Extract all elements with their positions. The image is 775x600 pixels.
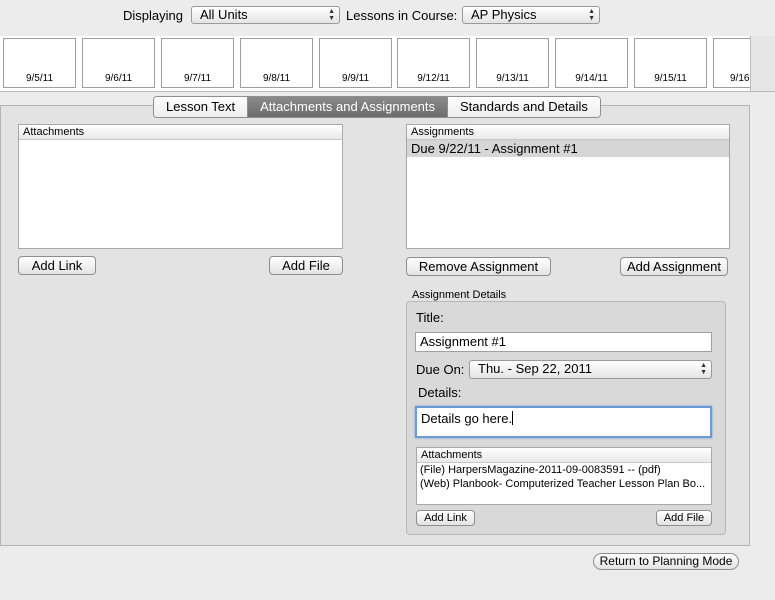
assignment-attachments-header: Attachments <box>417 448 711 463</box>
assignment-add-link-button[interactable]: Add Link <box>416 510 475 526</box>
date-label: 9/9/11 <box>341 73 370 84</box>
assignments-list[interactable]: Assignments Due 9/22/11 - Assignment #1 <box>406 124 730 249</box>
date-cell[interactable]: 9/13/11 <box>476 38 549 88</box>
date-cell[interactable]: 9/7/11 <box>161 38 234 88</box>
due-date-select[interactable]: Thu. - Sep 22, 2011 ▲ ▼ <box>469 360 712 379</box>
title-label: Title: <box>416 310 444 325</box>
course-label: Lessons in Course: <box>346 8 458 23</box>
tab-lesson-text[interactable]: Lesson Text <box>154 97 249 117</box>
details-text: Details go here. <box>421 411 513 426</box>
date-label: 9/15/11 <box>654 73 687 84</box>
date-cell[interactable]: 9/5/11 <box>3 38 76 88</box>
date-label: 9/13/11 <box>496 73 529 84</box>
select-arrows-icon: ▲ ▼ <box>328 8 335 22</box>
select-arrows-icon: ▲ ▼ <box>700 362 707 376</box>
tab-standards-and-details[interactable]: Standards and Details <box>448 97 600 117</box>
course-select[interactable]: AP Physics ▲ ▼ <box>462 6 600 24</box>
attachments-list[interactable]: Attachments <box>18 124 343 249</box>
displaying-label: Displaying <box>123 8 183 23</box>
assignment-attachments-list[interactable]: Attachments (File) HarpersMagazine-2011-… <box>416 447 712 505</box>
date-cell[interactable]: 9/16 <box>713 38 750 88</box>
date-cell[interactable]: 9/8/11 <box>240 38 313 88</box>
assignment-details-label: Assignment Details <box>412 289 507 301</box>
date-label: 9/12/11 <box>417 73 450 84</box>
due-date-value: Thu. - Sep 22, 2011 <box>478 361 592 376</box>
date-label: 9/5/11 <box>25 73 54 84</box>
strip-divider <box>0 91 775 92</box>
lesson-date-strip: 9/5/11 9/6/11 9/7/11 9/8/11 9/9/11 9/12/… <box>0 36 750 91</box>
add-link-button[interactable]: Add Link <box>18 256 96 275</box>
details-label: Details: <box>418 385 462 400</box>
assignments-header: Assignments <box>407 125 729 140</box>
date-cell[interactable]: 9/9/11 <box>319 38 392 88</box>
tab-bar: Lesson Text Attachments and Assignments … <box>153 96 601 118</box>
date-cell[interactable]: 9/6/11 <box>82 38 155 88</box>
assignment-row[interactable]: Due 9/22/11 - Assignment #1 <box>407 140 729 157</box>
add-assignment-button[interactable]: Add Assignment <box>620 257 728 276</box>
details-textarea[interactable]: Details go here. <box>415 406 712 438</box>
date-label: 9/6/11 <box>104 73 133 84</box>
date-strip-scrollbar[interactable] <box>750 36 775 91</box>
attachment-item[interactable]: (File) HarpersMagazine-2011-09-0083591 -… <box>417 463 711 477</box>
return-to-planning-mode-button[interactable]: Return to Planning Mode <box>593 553 739 570</box>
date-cell[interactable]: 9/12/11 <box>397 38 470 88</box>
due-on-label: Due On: <box>416 362 465 377</box>
date-cell[interactable]: 9/14/11 <box>555 38 628 88</box>
units-select-value: All Units <box>200 7 248 22</box>
tab-attachments-and-assignments[interactable]: Attachments and Assignments <box>248 97 449 117</box>
remove-assignment-button[interactable]: Remove Assignment <box>406 257 551 276</box>
assignment-add-file-button[interactable]: Add File <box>656 510 712 526</box>
add-file-button[interactable]: Add File <box>269 256 343 275</box>
date-cell[interactable]: 9/15/11 <box>634 38 707 88</box>
date-label: 9/14/11 <box>575 73 608 84</box>
course-select-value: AP Physics <box>471 7 537 22</box>
date-label: 9/8/11 <box>262 73 291 84</box>
date-label: 9/7/11 <box>183 73 212 84</box>
date-label: 9/16 <box>730 73 750 84</box>
attachment-item[interactable]: (Web) Planbook- Computerized Teacher Les… <box>417 477 711 491</box>
title-field[interactable]: Assignment #1 <box>415 332 712 352</box>
select-arrows-icon: ▲ ▼ <box>588 8 595 22</box>
attachments-header: Attachments <box>19 125 342 140</box>
assignment-details-group: Title: Assignment #1 Due On: Thu. - Sep … <box>406 301 726 535</box>
units-select[interactable]: All Units ▲ ▼ <box>191 6 340 24</box>
text-caret <box>512 411 514 425</box>
